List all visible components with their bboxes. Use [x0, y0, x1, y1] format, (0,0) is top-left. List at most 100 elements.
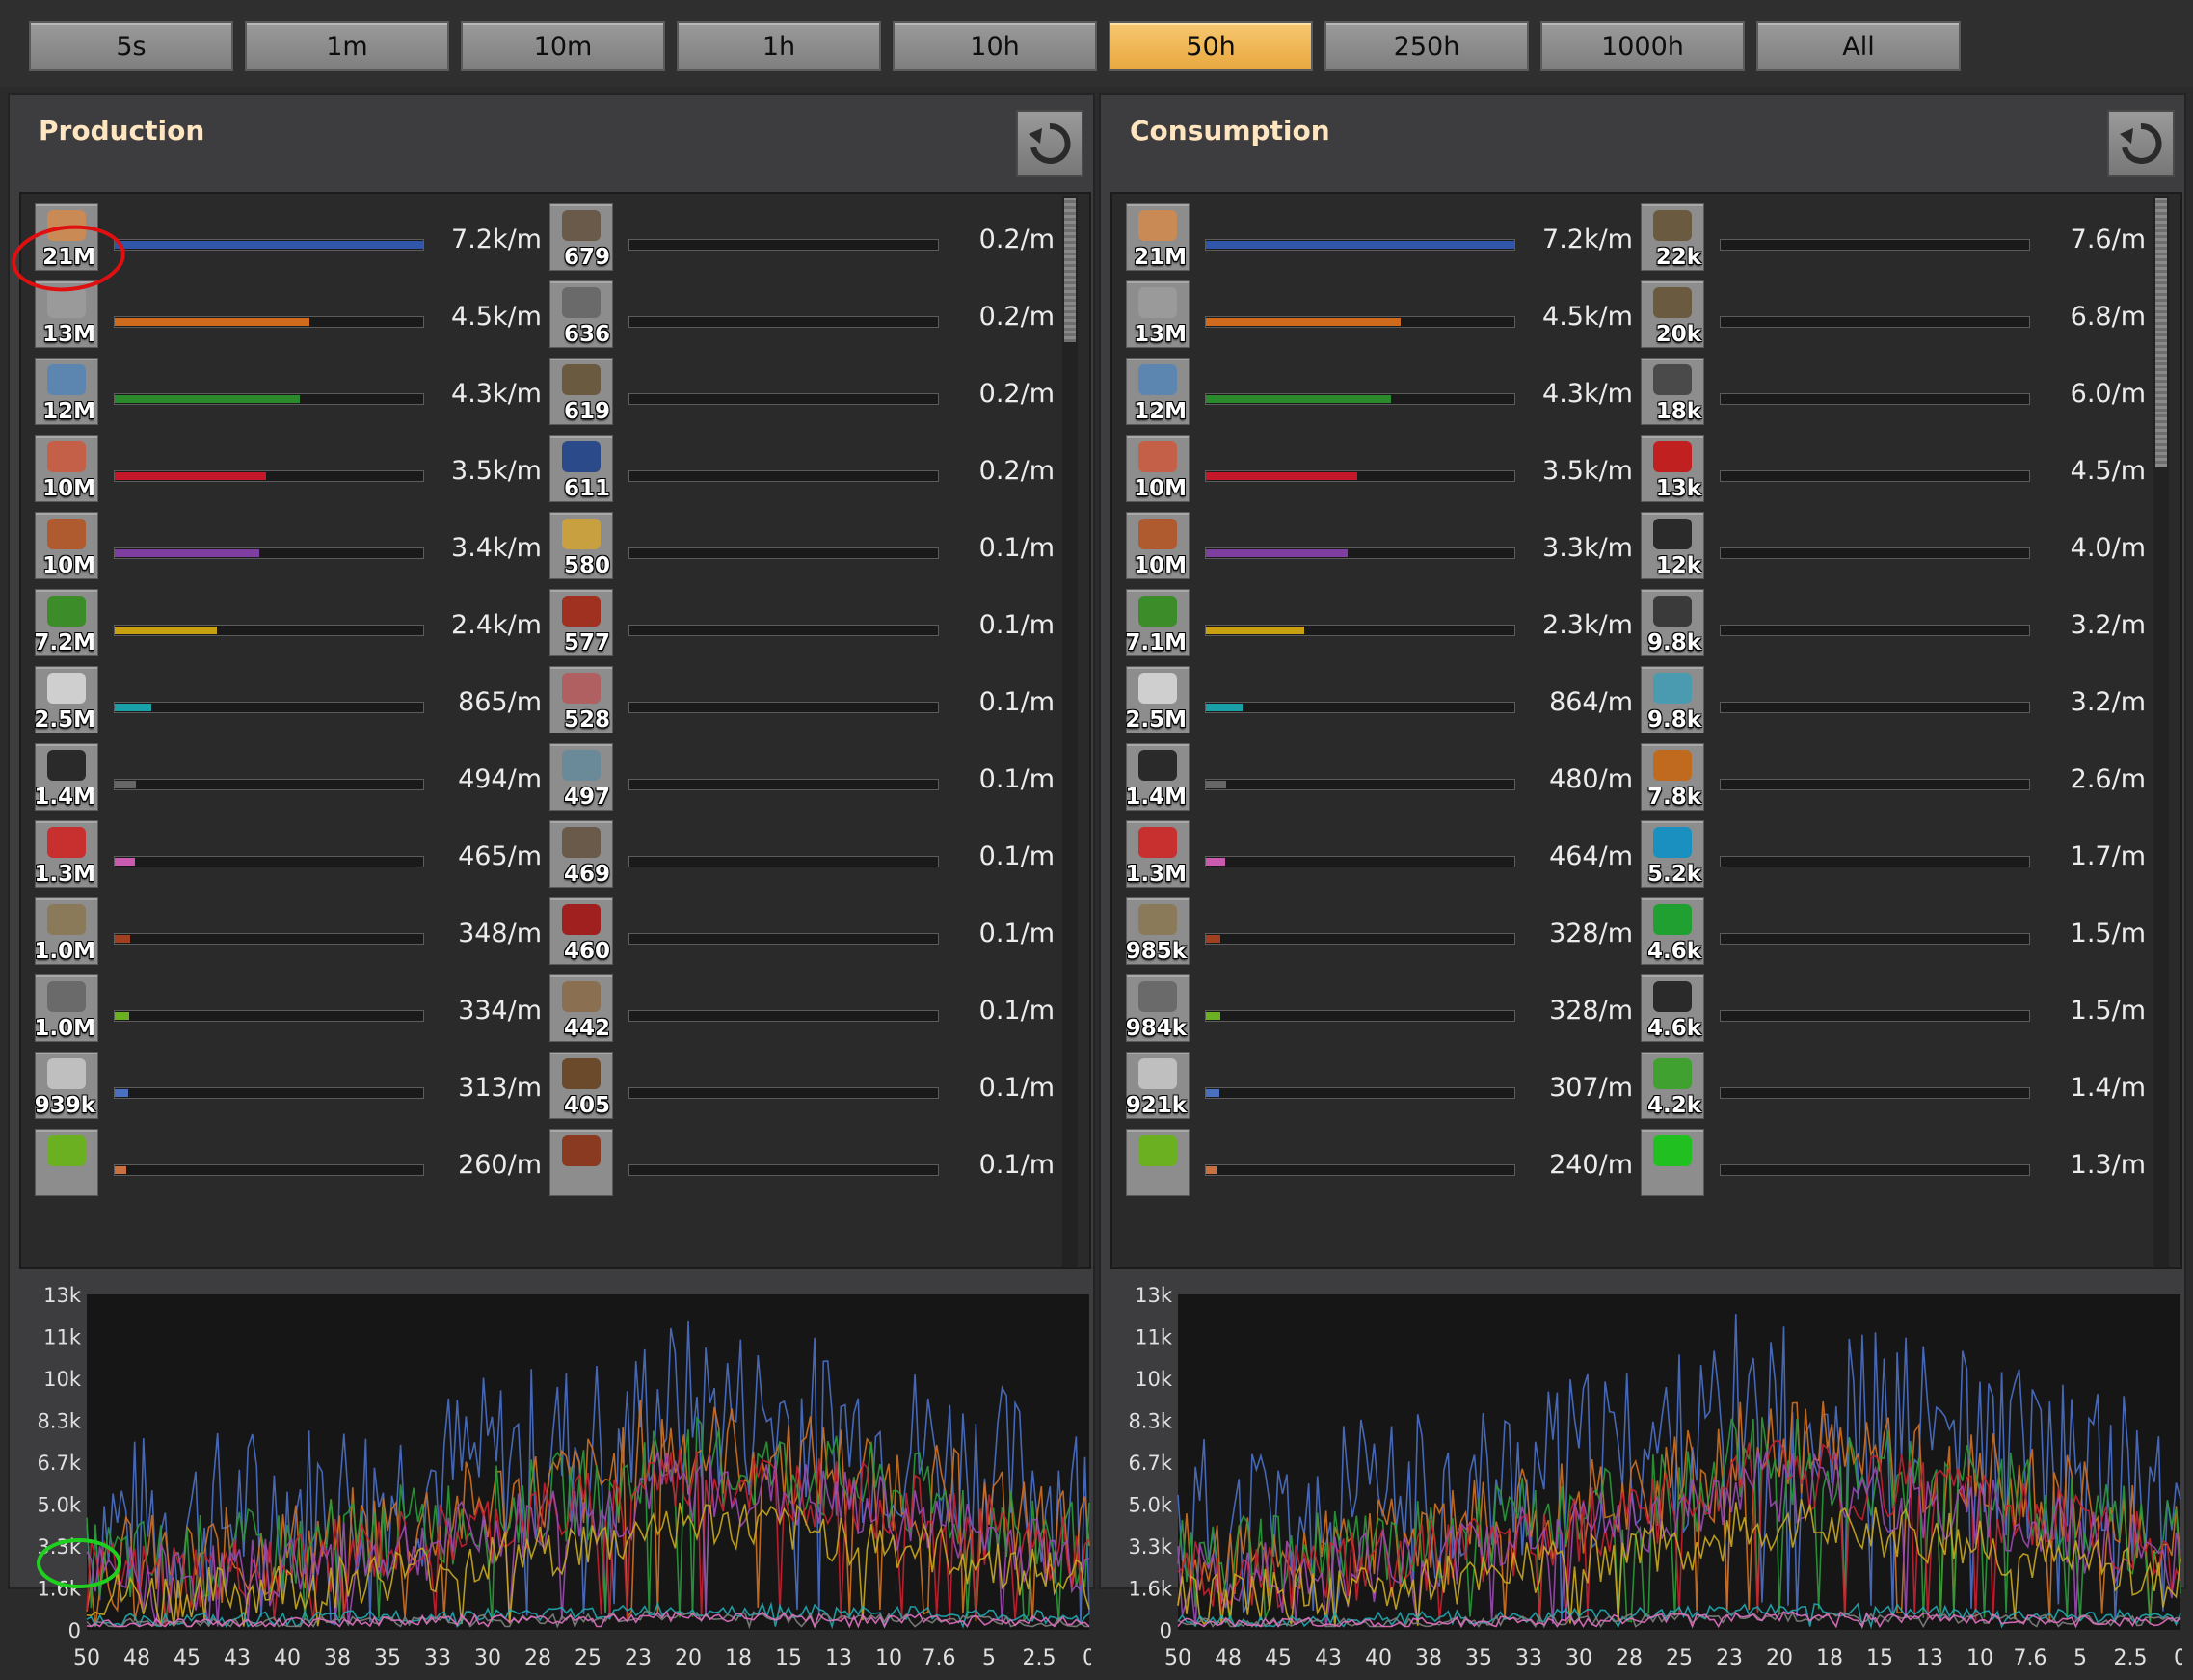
right-item-row[interactable]: 469 0.1/m: [549, 820, 1062, 890]
rate-bar: [628, 239, 939, 251]
y-tick-label: 13k: [1135, 1284, 1173, 1307]
left-item-row[interactable]: 2.5M 865/m: [21, 666, 542, 735]
left-item-row[interactable]: 1.4M 494/m: [21, 743, 542, 813]
tab-10m[interactable]: 10m: [461, 21, 665, 71]
item-rate: 328/m: [1549, 919, 1633, 948]
tab-1h[interactable]: 1h: [677, 21, 881, 71]
right-item-row[interactable]: 12k 4.0/m: [1641, 512, 2153, 581]
y-tick-label: 11k: [43, 1326, 82, 1349]
engine-unit-icon: 20k: [1641, 280, 1704, 348]
right-item-row[interactable]: 4.6k 1.5/m: [1641, 897, 2153, 967]
left-item-row[interactable]: 12M 4.3k/m: [1112, 358, 1633, 427]
electronic-circuit-icon-glyph: [47, 596, 86, 627]
right-item-row[interactable]: 5.2k 1.7/m: [1641, 820, 2153, 890]
right-item-row[interactable]: 611 0.2/m: [549, 435, 1062, 504]
left-item-row[interactable]: 10M 3.4k/m: [21, 512, 542, 581]
x-tick-label: 38: [1415, 1646, 1442, 1670]
left-item-row[interactable]: 10M 3.3k/m: [1112, 512, 1633, 581]
production-scrollbar[interactable]: [1062, 196, 1078, 1267]
x-tick-label: 43: [224, 1646, 251, 1670]
left-item-row[interactable]: 13M 4.5k/m: [21, 280, 542, 350]
rate-bar: [114, 470, 424, 482]
consumption-item-list[interactable]: 21M 7.2k/m 13M 4.5k/m 12M 4.3k/m 10M 3.5k/m 10M 3…: [1110, 192, 2182, 1269]
production-reset-button[interactable]: [1016, 110, 1083, 177]
left-item-row[interactable]: 939k 313/m: [21, 1052, 542, 1121]
right-item-row[interactable]: 4.2k 1.4/m: [1641, 1052, 2153, 1121]
left-item-row[interactable]: 13M 4.5k/m: [1112, 280, 1633, 350]
item-count: 636: [563, 322, 610, 347]
right-item-row[interactable]: 9.8k 3.2/m: [1641, 589, 2153, 658]
right-item-row[interactable]: 580 0.1/m: [549, 512, 1062, 581]
right-item-row[interactable]: 636 0.2/m: [549, 280, 1062, 350]
left-item-row[interactable]: 1.3M 465/m: [21, 820, 542, 890]
right-item-row[interactable]: 13k 4.5/m: [1641, 435, 2153, 504]
y-tick-label: 6.7k: [1128, 1452, 1172, 1475]
right-item-row[interactable]: 497 0.1/m: [549, 743, 1062, 813]
y-tick-label: 10k: [1135, 1368, 1173, 1391]
right-item-row[interactable]: 442 0.1/m: [549, 974, 1062, 1044]
rate-bar-fill: [115, 627, 217, 634]
right-item-row[interactable]: 619 0.2/m: [549, 358, 1062, 427]
right-item-row[interactable]: 20k 6.8/m: [1641, 280, 2153, 350]
right-item-row[interactable]: 4.6k 1.5/m: [1641, 974, 2153, 1044]
left-item-row[interactable]: 985k 328/m: [1112, 897, 1633, 967]
left-item-row[interactable]: 1.0M 334/m: [21, 974, 542, 1044]
right-item-row[interactable]: 22k 7.6/m: [1641, 203, 2153, 273]
rate-bar: [1720, 779, 2030, 790]
right-item-row[interactable]: 528 0.1/m: [549, 666, 1062, 735]
right-item-row[interactable]: 460 0.1/m: [549, 897, 1062, 967]
right-item-row[interactable]: 577 0.1/m: [549, 589, 1062, 658]
left-item-row[interactable]: 1.3M 464/m: [1112, 820, 1633, 890]
right-item-row[interactable]: 9.8k 3.2/m: [1641, 666, 2153, 735]
tab-250h[interactable]: 250h: [1324, 21, 1529, 71]
left-item-row[interactable]: 240/m: [1112, 1129, 1633, 1198]
x-tick-label: 23: [625, 1646, 652, 1670]
green-glow-icon: [1641, 1129, 1704, 1196]
tab-50h[interactable]: 50h: [1109, 21, 1313, 71]
left-item-row[interactable]: 984k 328/m: [1112, 974, 1633, 1044]
item-count: 611: [563, 476, 610, 501]
underground-belt-icon-glyph: [562, 519, 601, 549]
y-tick-label: 5.0k: [37, 1494, 81, 1517]
right-item-row[interactable]: 7.8k 2.6/m: [1641, 743, 2153, 813]
left-item-row[interactable]: 12M 4.3k/m: [21, 358, 542, 427]
right-item-row[interactable]: 405 0.1/m: [549, 1052, 1062, 1121]
tab-1000h[interactable]: 1000h: [1540, 21, 1745, 71]
left-item-row[interactable]: 260/m: [21, 1129, 542, 1198]
right-item-row[interactable]: 0.1/m: [549, 1129, 1062, 1198]
battery-icon: 7.8k: [1641, 743, 1704, 811]
locomotive-icon-glyph: [562, 596, 601, 627]
left-item-row[interactable]: 1.0M 348/m: [21, 897, 542, 967]
left-item-row[interactable]: 7.2M 2.4k/m: [21, 589, 542, 658]
y-tick-label: 5.0k: [1128, 1494, 1172, 1517]
left-item-row[interactable]: 10M 3.5k/m: [1112, 435, 1633, 504]
rate-bar-fill: [115, 241, 423, 249]
green-item-icon-glyph: [1138, 1135, 1177, 1166]
tab-5s[interactable]: 5s: [29, 21, 233, 71]
rate-bar: [114, 933, 424, 945]
right-item-row[interactable]: 18k 6.0/m: [1641, 358, 2153, 427]
battery-icon-glyph: [1653, 750, 1692, 781]
left-item-row[interactable]: 7.1M 2.3k/m: [1112, 589, 1633, 658]
tab-1m[interactable]: 1m: [245, 21, 449, 71]
tab-10h[interactable]: 10h: [893, 21, 1097, 71]
left-item-row[interactable]: 1.4M 480/m: [1112, 743, 1633, 813]
robot-icon-glyph: [562, 287, 601, 318]
advanced-circuit-icon: 1.3M: [34, 820, 98, 888]
right-item-row[interactable]: 679 0.2/m: [549, 203, 1062, 273]
left-item-row[interactable]: 2.5M 864/m: [1112, 666, 1633, 735]
left-item-row[interactable]: 21M 7.2k/m: [1112, 203, 1633, 273]
left-item-row[interactable]: 10M 3.5k/m: [21, 435, 542, 504]
production-item-list[interactable]: 21M 7.2k/m 13M 4.5k/m 12M 4.3k/m 10M 3.5k/m 10M 3…: [19, 192, 1091, 1269]
brown-item-icon: [549, 1129, 613, 1196]
x-tick-label: 35: [1465, 1646, 1492, 1670]
copper-cable-icon: 21M: [1126, 203, 1190, 271]
copper-ore-icon: 10M: [35, 512, 98, 579]
right-item-row[interactable]: 1.3/m: [1641, 1129, 2153, 1198]
x-tick-label: 28: [1616, 1646, 1643, 1670]
tab-all[interactable]: All: [1756, 21, 1961, 71]
left-item-row[interactable]: 921k 307/m: [1112, 1052, 1633, 1121]
consumption-scrollbar[interactable]: [2153, 196, 2169, 1267]
consumption-reset-button[interactable]: [2107, 110, 2175, 177]
rate-bar: [1720, 856, 2030, 867]
